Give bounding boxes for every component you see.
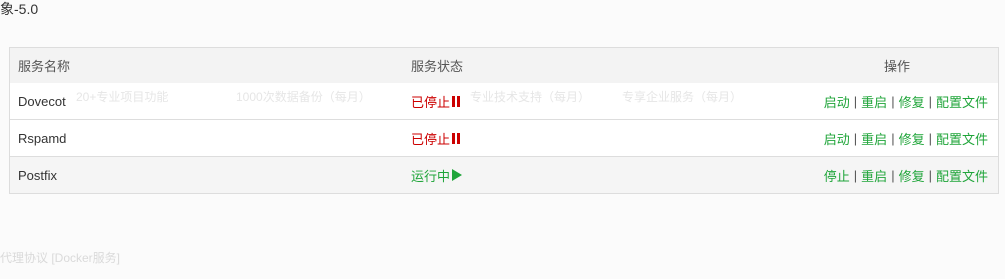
status-badge: 已停止 [411, 92, 461, 111]
status-badge: 运行中 [411, 166, 463, 185]
service-name: Postfix [18, 167, 58, 183]
status-label: 已停止 [411, 94, 451, 110]
status-badge: 已停止 [411, 129, 461, 148]
repair-link[interactable]: 修复 [899, 92, 925, 111]
table-row: Postfix 运行中 停止 | 重启 | 修复 | 配置文件 [10, 156, 998, 193]
page-title: 象-5.0 [0, 1, 39, 17]
header-service-name: 服务名称 [18, 59, 71, 74]
config-file-link[interactable]: 配置文件 [936, 166, 988, 185]
play-icon [452, 169, 463, 181]
separator: | [891, 130, 895, 146]
restart-link[interactable]: 重启 [861, 129, 887, 148]
separator: | [928, 130, 932, 146]
faint-footer-text: 代理协议 [Docker服务] [0, 251, 121, 265]
primary-action-link[interactable]: 启动 [824, 129, 850, 148]
table-row: Dovecot 已停止 启动 | 重启 | 修复 | 配置文件 [10, 83, 998, 119]
pause-icon [452, 95, 461, 107]
separator: | [928, 167, 932, 183]
separator: | [891, 167, 895, 183]
separator: | [853, 130, 858, 146]
separator: | [853, 167, 858, 183]
primary-action-link[interactable]: 启动 [824, 92, 850, 111]
header-service-status: 服务状态 [411, 59, 464, 74]
operations: 停止 | 重启 | 修复 | 配置文件 [824, 166, 988, 185]
status-label: 运行中 [411, 168, 451, 184]
separator: | [853, 93, 858, 109]
repair-link[interactable]: 修复 [899, 129, 925, 148]
repair-link[interactable]: 修复 [899, 166, 925, 185]
primary-action-link[interactable]: 停止 [824, 166, 850, 185]
header-operations: 操作 [883, 59, 910, 74]
separator: | [891, 93, 895, 109]
config-file-link[interactable]: 配置文件 [936, 92, 988, 111]
pause-icon [452, 132, 461, 144]
services-table: 服务名称 服务状态 操作 Dovecot 已停止 启动 | 重启 | 修复 | 配置文件 Rspa… [9, 47, 999, 194]
table-row: Rspamd 已停止 启动 | 重启 | 修复 | 配置文件 [10, 119, 998, 156]
service-name: Dovecot [18, 93, 66, 109]
status-label: 已停止 [411, 131, 451, 147]
table-header: 服务名称 服务状态 操作 [10, 48, 998, 83]
restart-link[interactable]: 重启 [861, 92, 887, 111]
restart-link[interactable]: 重启 [861, 166, 887, 185]
service-name: Rspamd [18, 130, 67, 146]
config-file-link[interactable]: 配置文件 [936, 129, 988, 148]
operations: 启动 | 重启 | 修复 | 配置文件 [824, 92, 988, 111]
separator: | [928, 93, 932, 109]
operations: 启动 | 重启 | 修复 | 配置文件 [824, 129, 988, 148]
